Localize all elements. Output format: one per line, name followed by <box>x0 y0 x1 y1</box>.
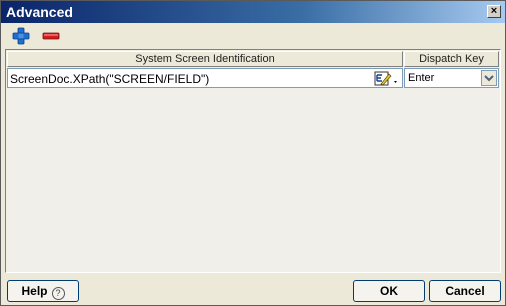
window-title: Advanced <box>6 4 73 20</box>
column-header-dispatch-key[interactable]: Dispatch Key <box>404 51 499 67</box>
expression-editor-button[interactable] <box>374 71 400 87</box>
help-label: Help <box>21 284 48 298</box>
help-icon: ? <box>51 287 65 300</box>
add-row-button[interactable] <box>11 27 31 45</box>
minus-icon <box>42 32 60 40</box>
chevron-down-icon <box>484 75 494 82</box>
dispatch-key-value: Enter <box>408 72 435 84</box>
column-header-identification[interactable]: System Screen Identification <box>7 51 403 67</box>
close-icon: × <box>490 5 498 17</box>
toolbar <box>1 23 505 49</box>
advanced-dialog: Advanced × System Screen Identification … <box>0 0 506 306</box>
plus-icon <box>12 27 30 45</box>
table-row: ScreenDoc.XPath("SCREEN/FIELD") Enter <box>7 68 499 88</box>
identification-value: ScreenDoc.XPath("SCREEN/FIELD") <box>10 72 210 86</box>
remove-row-button[interactable] <box>41 27 61 45</box>
title-bar[interactable]: Advanced × <box>1 1 505 23</box>
close-button[interactable]: × <box>487 5 501 18</box>
identification-cell[interactable]: ScreenDoc.XPath("SCREEN/FIELD") <box>7 68 403 88</box>
help-button[interactable]: Help? <box>7 280 79 302</box>
edit-expression-icon <box>374 71 397 86</box>
cancel-button[interactable]: Cancel <box>429 280 501 302</box>
ok-button[interactable]: OK <box>353 280 425 302</box>
dispatch-grid: System Screen Identification Dispatch Ke… <box>5 49 501 273</box>
dropdown-button[interactable] <box>481 70 497 86</box>
dispatch-key-select[interactable]: Enter <box>404 68 499 88</box>
